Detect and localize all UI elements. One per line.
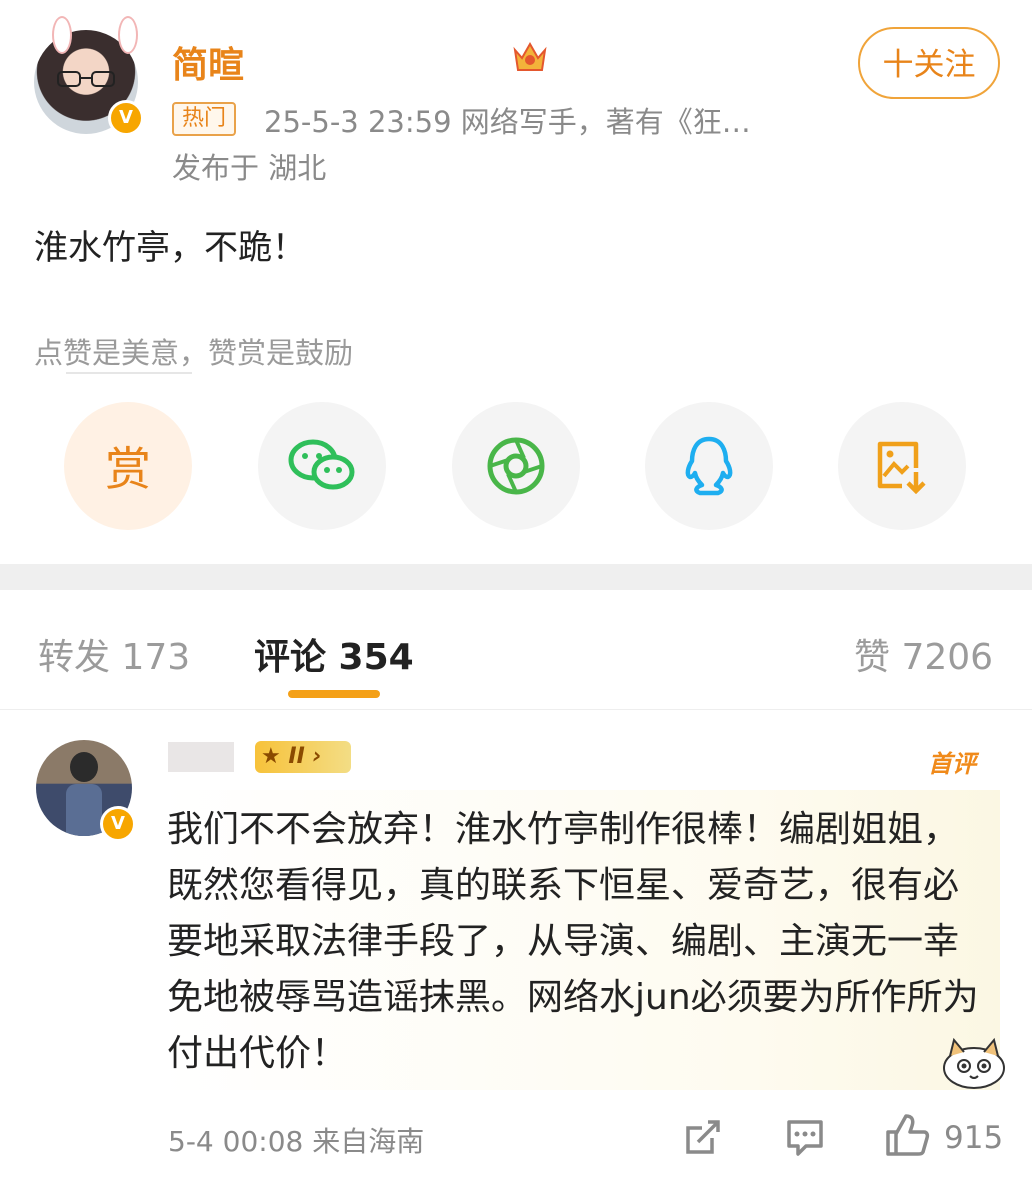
post-location: 发布于 湖北 <box>172 151 327 185</box>
bunny-ear-right <box>118 16 138 54</box>
verified-icon: V <box>100 806 136 842</box>
post-meta: 25-5-3 23:59 网络写手，著有《狂… <box>264 105 751 139</box>
hint-underline <box>66 372 192 374</box>
save-image-icon <box>877 441 926 494</box>
level-badge-text: II <box>288 744 305 769</box>
reward-hint: 点赞是美意，赞赏是鼓励 <box>34 336 354 370</box>
crown-icon <box>513 41 547 71</box>
commenter-name[interactable] <box>168 742 234 772</box>
reward-icon: 赏 <box>105 442 151 496</box>
share-moments-button[interactable] <box>452 402 580 530</box>
tab-likes[interactable]: 赞 7206 <box>854 628 993 680</box>
author-name[interactable]: 简暄 <box>172 36 244 88</box>
post-content: 淮水竹亭，不跪！ <box>34 228 306 268</box>
section-divider <box>0 564 1032 590</box>
wechat-icon <box>288 439 355 490</box>
share-qq-button[interactable] <box>645 402 773 530</box>
like-icon[interactable] <box>884 1112 930 1158</box>
share-wechat-button[interactable] <box>258 402 386 530</box>
moments-icon <box>487 437 545 495</box>
first-comment-tag: 首评 <box>928 750 976 778</box>
commenter-avatar[interactable]: V <box>36 740 136 842</box>
tab-repost[interactable]: 转发 173 <box>38 628 190 680</box>
comment-text: 我们不不会放弃！淮水竹亭制作很棒！编剧姐姐，既然您看得见，真的联系下恒星、爱奇艺… <box>167 809 979 1074</box>
like-count: 915 <box>944 1120 1004 1156</box>
level-badge: ★ II › <box>255 741 351 773</box>
tabs-divider <box>0 709 1032 710</box>
glasses-graphic <box>57 71 115 87</box>
author-avatar[interactable]: V <box>34 16 144 138</box>
reward-button[interactable]: 赏 <box>64 402 192 530</box>
comment-time: 5-4 00:08 来自海南 <box>168 1125 425 1158</box>
active-tab-indicator <box>288 690 380 698</box>
share-icon[interactable] <box>682 1116 724 1158</box>
chevron-right-icon: › <box>312 744 322 769</box>
cat-sticker-icon <box>943 1037 1005 1089</box>
hot-tag: 热门 <box>172 102 237 136</box>
bunny-ear-left <box>52 16 72 54</box>
qq-icon <box>685 436 733 496</box>
save-image-button[interactable] <box>838 402 966 530</box>
verified-icon: V <box>108 100 144 136</box>
star-icon: ★ <box>261 744 281 769</box>
follow-button[interactable]: 十关注 <box>858 27 1000 99</box>
tab-comments[interactable]: 评论 354 <box>254 628 414 680</box>
reply-icon[interactable] <box>784 1116 826 1158</box>
